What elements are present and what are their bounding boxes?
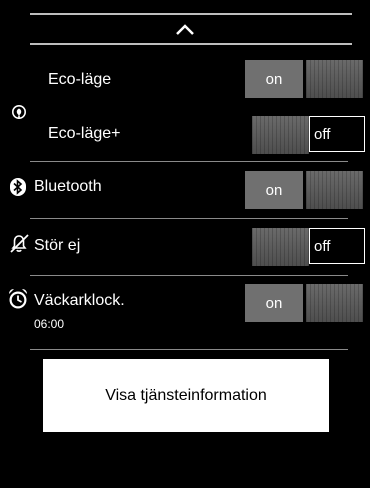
toggle-grip [252, 116, 309, 154]
alarm-clock-toggle[interactable]: on [245, 284, 363, 322]
alarm-clock-label: Väckarklock. [34, 292, 125, 309]
row-divider [30, 161, 348, 162]
do-not-disturb-label: Stör ej [34, 237, 81, 254]
eco-icon [10, 103, 30, 123]
row-divider [30, 218, 348, 219]
bell-off-icon [8, 232, 30, 254]
toggle-on-label: on [245, 60, 303, 98]
bluetooth-label: Bluetooth [34, 178, 102, 195]
header-divider [30, 43, 352, 45]
row-divider [30, 275, 348, 276]
service-info-button[interactable]: Visa tjänsteinformation [43, 359, 329, 432]
collapse-button[interactable] [170, 18, 200, 40]
alarm-time: 06:00 [34, 317, 65, 331]
toggle-off-label: off [309, 116, 365, 152]
eco-mode-plus-label: Eco-läge+ [48, 125, 121, 142]
toggle-on-label: on [245, 284, 303, 322]
toggle-grip [306, 284, 363, 322]
toggle-on-label: on [245, 171, 303, 209]
alarm-clock-icon [6, 287, 30, 311]
bluetooth-icon [9, 177, 27, 197]
eco-mode-label: Eco-läge [48, 71, 112, 88]
toggle-grip [306, 60, 363, 98]
chevron-up-icon [176, 24, 194, 35]
row-divider [30, 349, 348, 350]
toggle-off-label: off [309, 228, 365, 264]
do-not-disturb-toggle[interactable]: off [252, 228, 370, 266]
toggle-grip [306, 171, 363, 209]
toggle-grip [252, 228, 309, 266]
eco-mode-toggle[interactable]: on [245, 60, 363, 98]
top-divider [30, 13, 352, 15]
bluetooth-toggle[interactable]: on [245, 171, 363, 209]
eco-mode-plus-toggle[interactable]: off [252, 116, 370, 154]
